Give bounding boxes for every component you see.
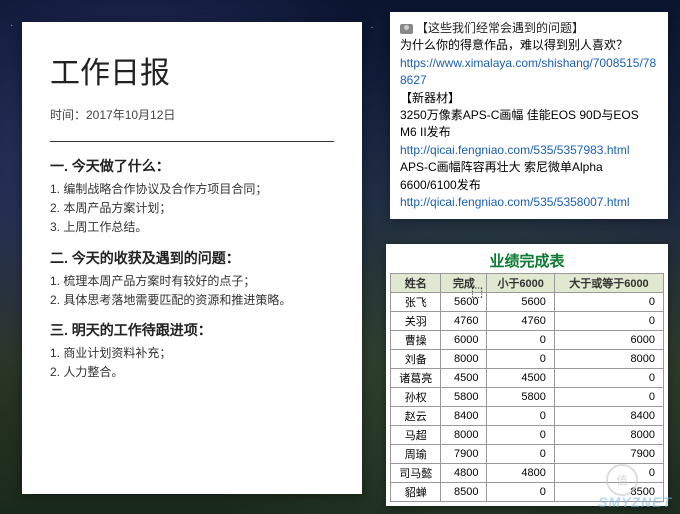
table-cell[interactable]: 8400: [441, 407, 487, 426]
table-cell[interactable]: 张飞: [391, 293, 441, 312]
table-cell[interactable]: 刘备: [391, 350, 441, 369]
table-header: 大于或等于6000: [554, 274, 663, 293]
section-line: 1. 商业计划资料补充；: [50, 344, 334, 363]
work-report-card: 工作日报 时间：2017年10月12日 一. 今天做了什么： 1. 编制战略合作协…: [22, 22, 362, 494]
section-line: 2. 人力整合。: [50, 363, 334, 382]
table-cell[interactable]: 0: [554, 388, 663, 407]
section-title: 一. 今天做了什么：: [50, 156, 334, 176]
table-cell[interactable]: 7900: [441, 445, 487, 464]
note-question: 为什么你的得意作品，难以得到别人喜欢？: [400, 37, 658, 54]
table-cell[interactable]: 4500: [487, 369, 554, 388]
table-cell[interactable]: 8500: [441, 483, 487, 502]
table-cell[interactable]: 6000: [441, 331, 487, 350]
table-cell[interactable]: 0: [487, 331, 554, 350]
table-cell[interactable]: 貂蝉: [391, 483, 441, 502]
table-cell[interactable]: 0: [487, 426, 554, 445]
report-section: 二. 今天的收获及遇到的问题： 1. 梳理本周产品方案时有较好的点子；2. 具体思…: [50, 248, 334, 310]
table-cell[interactable]: 0: [487, 350, 554, 369]
table-row[interactable]: 诸葛亮450045000: [391, 369, 664, 388]
table-cell[interactable]: 4760: [487, 312, 554, 331]
section-line: 1. 梳理本周产品方案时有较好的点子；: [50, 272, 334, 291]
cursor-icon: ⬚: [471, 284, 483, 300]
table-cell[interactable]: 5600: [487, 293, 554, 312]
table-cell[interactable]: 诸葛亮: [391, 369, 441, 388]
table-cell[interactable]: 8000: [441, 426, 487, 445]
table-cell[interactable]: 司马懿: [391, 464, 441, 483]
watermark: SMYZNET: [598, 494, 672, 510]
table-cell[interactable]: 0: [487, 445, 554, 464]
report-section: 一. 今天做了什么： 1. 编制战略合作协议及合作方项目合同；2. 本周产品方案计…: [50, 156, 334, 238]
note-link-2[interactable]: http://qicai.fengniao.com/535/5357983.ht…: [400, 143, 630, 157]
note-link-3[interactable]: http://qicai.fengniao.com/535/5358007.ht…: [400, 195, 630, 209]
table-cell[interactable]: 7900: [554, 445, 663, 464]
table-cell[interactable]: 8000: [441, 350, 487, 369]
divider: [50, 141, 334, 142]
table-cell[interactable]: 4800: [441, 464, 487, 483]
table-cell[interactable]: 赵云: [391, 407, 441, 426]
table-cell[interactable]: 4800: [487, 464, 554, 483]
note-link-1[interactable]: https://www.ximalaya.com/shishang/700851…: [400, 56, 656, 87]
sheet-title: 业绩完成表: [390, 248, 664, 273]
section-line: 2. 具体思考落地需要匹配的资源和推进策略。: [50, 291, 334, 310]
table-cell[interactable]: 关羽: [391, 312, 441, 331]
table-header: 姓名: [391, 274, 441, 293]
table-header: 小于6000: [487, 274, 554, 293]
report-date: 时间：2017年10月12日: [50, 106, 334, 123]
table-cell[interactable]: 周瑜: [391, 445, 441, 464]
section-line: 1. 编制战略合作协议及合作方项目合同；: [50, 180, 334, 199]
note-p2: 3250万像素APS-C画幅 佳能EOS 90D与EOS M6 II发布: [400, 107, 658, 142]
camera-icon: [400, 24, 413, 34]
table-cell[interactable]: 马超: [391, 426, 441, 445]
table-row[interactable]: 曹操600006000: [391, 331, 664, 350]
value-badge-icon: 值: [606, 464, 638, 496]
table-cell[interactable]: 0: [487, 407, 554, 426]
table-cell[interactable]: 5800: [487, 388, 554, 407]
table-cell[interactable]: 8000: [554, 426, 663, 445]
section-title: 二. 今天的收获及遇到的问题：: [50, 248, 334, 268]
table-cell[interactable]: 6000: [554, 331, 663, 350]
table-row[interactable]: 刘备800008000: [391, 350, 664, 369]
table-cell[interactable]: 8400: [554, 407, 663, 426]
table-cell[interactable]: 0: [554, 369, 663, 388]
section-line: 3. 上周工作总结。: [50, 218, 334, 237]
table-row[interactable]: 孙权580058000: [391, 388, 664, 407]
section-line: 2. 本周产品方案计划；: [50, 199, 334, 218]
table-cell[interactable]: 0: [554, 312, 663, 331]
note-card: 【这些我们经常会遇到的问题】 为什么你的得意作品，难以得到别人喜欢？ https…: [390, 12, 668, 219]
table-cell[interactable]: 4760: [441, 312, 487, 331]
note-section-2: 【新器材】: [400, 90, 658, 107]
table-cell[interactable]: 孙权: [391, 388, 441, 407]
table-cell[interactable]: 0: [487, 483, 554, 502]
note-p3: APS-C画幅阵容再壮大 索尼微单Alpha 6600/6100发布: [400, 159, 658, 194]
report-title: 工作日报: [50, 48, 334, 92]
section-title: 三. 明天的工作待跟进项：: [50, 320, 334, 340]
table-row[interactable]: 张飞560056000: [391, 293, 664, 312]
table-row[interactable]: 赵云840008400: [391, 407, 664, 426]
note-header: 【这些我们经常会遇到的问题】: [400, 20, 658, 37]
table-row[interactable]: 关羽476047600: [391, 312, 664, 331]
table-row[interactable]: 周瑜790007900: [391, 445, 664, 464]
report-section: 三. 明天的工作待跟进项： 1. 商业计划资料补充；2. 人力整合。: [50, 320, 334, 382]
table-cell[interactable]: 4500: [441, 369, 487, 388]
table-cell[interactable]: 5800: [441, 388, 487, 407]
table-row[interactable]: 马超800008000: [391, 426, 664, 445]
table-cell[interactable]: 曹操: [391, 331, 441, 350]
table-cell[interactable]: 8000: [554, 350, 663, 369]
table-cell[interactable]: 0: [554, 293, 663, 312]
